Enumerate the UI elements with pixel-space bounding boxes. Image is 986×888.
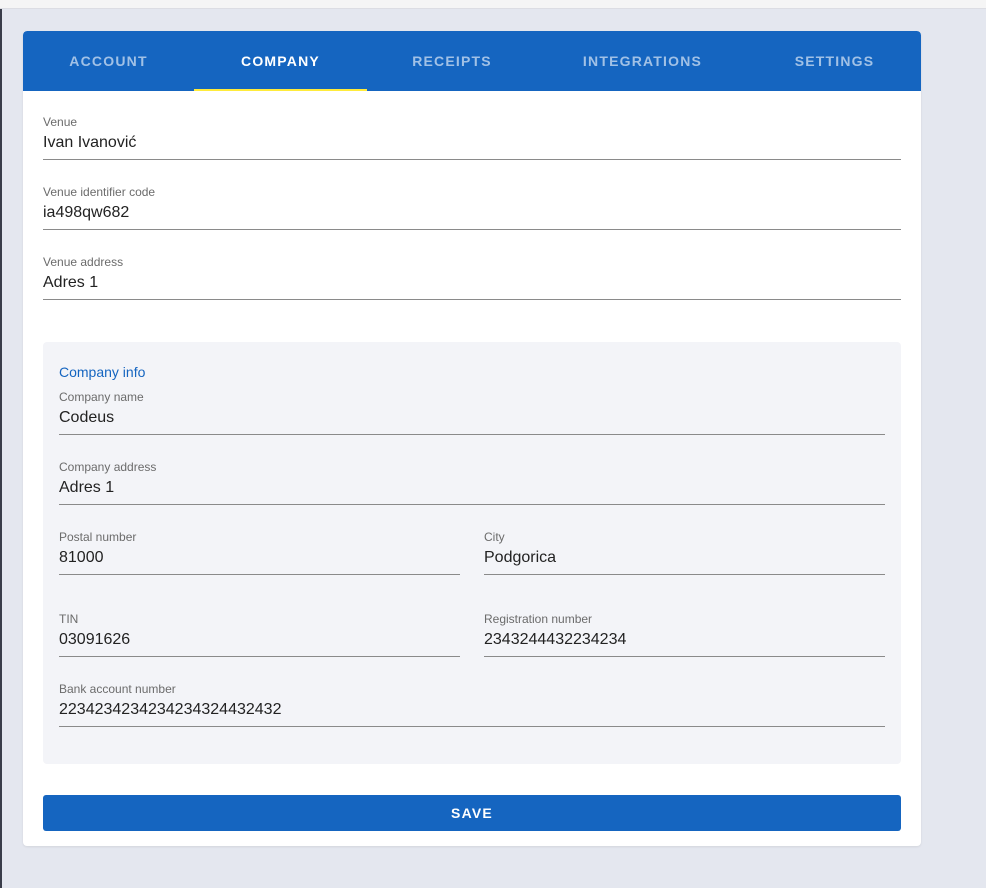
venue-code-input[interactable] bbox=[43, 202, 901, 224]
tin-field: TIN bbox=[59, 600, 460, 682]
postal-number-field: Postal number bbox=[59, 530, 460, 600]
venue-code-field: Venue identifier code bbox=[43, 185, 901, 255]
tab-account[interactable]: ACCOUNT bbox=[23, 31, 194, 91]
company-info-title: Company info bbox=[59, 364, 146, 380]
tin-input[interactable] bbox=[59, 629, 460, 651]
tab-integrations[interactable]: INTEGRATIONS bbox=[537, 31, 748, 91]
bank-account-label: Bank account number bbox=[59, 682, 176, 696]
left-edge-divider bbox=[0, 9, 2, 888]
company-address-field: Company address bbox=[59, 460, 885, 530]
venue-address-underline bbox=[43, 299, 901, 300]
company-name-label: Company name bbox=[59, 390, 144, 404]
venue-input[interactable] bbox=[43, 132, 901, 154]
tab-company[interactable]: COMPANY bbox=[194, 31, 367, 91]
venue-label: Venue bbox=[43, 115, 78, 129]
company-name-underline bbox=[59, 434, 885, 435]
venue-address-field: Venue address bbox=[43, 255, 901, 325]
venue-address-label: Venue address bbox=[43, 255, 124, 269]
city-input[interactable] bbox=[484, 547, 885, 569]
city-underline bbox=[484, 574, 885, 575]
registration-number-underline bbox=[484, 656, 885, 657]
company-info-section: Company info Company name Company addres… bbox=[43, 342, 901, 764]
company-name-input[interactable] bbox=[59, 407, 885, 429]
venue-code-underline bbox=[43, 229, 901, 230]
bank-account-field: Bank account number bbox=[59, 682, 885, 752]
venue-underline bbox=[43, 159, 901, 160]
top-bar bbox=[0, 0, 986, 9]
tab-receipts[interactable]: RECEIPTS bbox=[367, 31, 537, 91]
company-address-label: Company address bbox=[59, 460, 157, 474]
registration-number-field: Registration number bbox=[484, 600, 885, 682]
venue-field: Venue bbox=[43, 115, 901, 185]
postal-number-underline bbox=[59, 574, 460, 575]
postal-city-row: Postal number City bbox=[59, 530, 885, 600]
bank-account-input[interactable] bbox=[59, 699, 885, 721]
postal-number-label: Postal number bbox=[59, 530, 137, 544]
company-name-field: Company name bbox=[59, 390, 885, 460]
tin-registration-row: TIN Registration number bbox=[59, 600, 885, 682]
company-address-input[interactable] bbox=[59, 477, 885, 499]
company-form: Venue Venue identifier code Venue addres… bbox=[23, 91, 921, 831]
company-address-underline bbox=[59, 504, 885, 505]
venue-code-label: Venue identifier code bbox=[43, 185, 156, 199]
city-label: City bbox=[484, 530, 505, 544]
save-button[interactable]: SAVE bbox=[43, 795, 901, 831]
postal-number-input[interactable] bbox=[59, 547, 460, 569]
tab-bar: ACCOUNT COMPANY RECEIPTS INTEGRATIONS SE… bbox=[23, 31, 921, 91]
registration-number-input[interactable] bbox=[484, 629, 885, 651]
registration-number-label: Registration number bbox=[484, 612, 593, 626]
bank-account-underline bbox=[59, 726, 885, 727]
tin-underline bbox=[59, 656, 460, 657]
venue-address-input[interactable] bbox=[43, 272, 901, 294]
tin-label: TIN bbox=[59, 612, 79, 626]
tab-settings[interactable]: SETTINGS bbox=[748, 31, 921, 91]
settings-card: ACCOUNT COMPANY RECEIPTS INTEGRATIONS SE… bbox=[23, 31, 921, 846]
city-field: City bbox=[484, 530, 885, 600]
